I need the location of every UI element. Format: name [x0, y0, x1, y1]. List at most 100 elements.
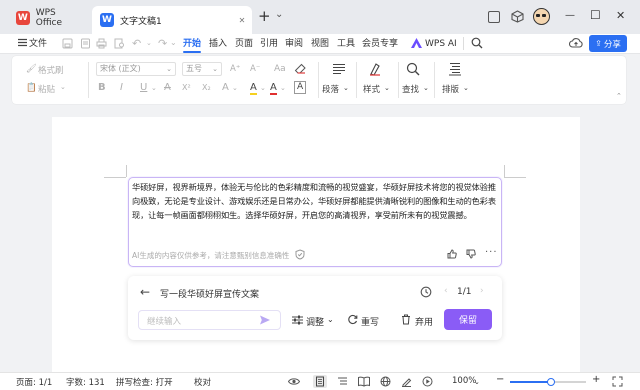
menu-insert[interactable]: 插入	[209, 37, 227, 51]
highlight-button[interactable]: A	[250, 82, 257, 95]
zoom-slider[interactable]	[510, 378, 586, 386]
underline-dropdown-icon[interactable]: ⌄	[151, 84, 157, 92]
print-preview-icon[interactable]	[114, 38, 125, 49]
text-effect-dropdown-icon[interactable]: ⌄	[232, 84, 238, 92]
thumbs-up-icon[interactable]	[447, 249, 457, 259]
keep-button[interactable]: 保留	[444, 309, 492, 330]
spellcheck-dropdown-icon[interactable]: ⌄	[166, 378, 172, 386]
paragraph-button[interactable]: 段落	[322, 83, 339, 95]
font-shrink-button[interactable]: A⁻	[250, 64, 260, 74]
font-name-select[interactable]: 宋体 (正文) ⌄	[96, 62, 176, 76]
back-arrow-icon[interactable]: ←	[140, 285, 150, 299]
export-pdf-icon[interactable]	[80, 38, 91, 49]
adjust-dropdown-icon[interactable]: ⌄	[327, 315, 334, 324]
undo-dropdown-icon[interactable]: ⌄	[146, 39, 152, 47]
menu-view[interactable]: 视图	[311, 37, 329, 51]
superscript-button[interactable]: X²	[182, 83, 191, 92]
menu-wps-ai[interactable]: WPS AI	[425, 37, 457, 51]
continue-input[interactable]: 继续输入	[138, 310, 281, 330]
read-mode-icon[interactable]	[358, 376, 370, 387]
ribbon-collapse-icon[interactable]: ⌃	[616, 92, 622, 100]
search-icon[interactable]	[471, 37, 483, 49]
bold-button[interactable]: B	[98, 82, 106, 93]
fullscreen-icon[interactable]	[612, 376, 623, 387]
minimize-button[interactable]: —	[565, 10, 575, 21]
menu-home[interactable]: 开始	[183, 37, 201, 51]
styles-button[interactable]: 样式	[363, 83, 380, 95]
char-border-button[interactable]: A	[294, 81, 307, 94]
rewrite-button[interactable]: 重写	[361, 315, 379, 328]
find-button[interactable]: 查找	[402, 83, 419, 95]
find-dropdown-icon[interactable]: ⌄	[423, 84, 429, 92]
page-view-button[interactable]	[313, 375, 327, 388]
play-icon[interactable]	[422, 376, 433, 387]
clear-format-icon[interactable]	[294, 62, 307, 75]
quick-access-more-icon[interactable]: ⌄	[170, 38, 177, 47]
strikethrough-button[interactable]: A	[164, 82, 171, 93]
font-color-dropdown-icon[interactable]: ⌄	[280, 84, 286, 92]
next-result-icon[interactable]: ›	[480, 286, 484, 296]
undo-icon[interactable]: ↶	[132, 37, 141, 50]
paste-button[interactable]: 粘贴	[38, 83, 55, 95]
menu-page[interactable]: 页面	[235, 37, 253, 51]
highlight-dropdown-icon[interactable]: ⌄	[260, 84, 266, 92]
italic-button[interactable]: I	[120, 82, 123, 93]
font-grow-button[interactable]: A⁺	[230, 64, 240, 74]
print-icon[interactable]	[96, 38, 107, 49]
cube-icon[interactable]	[511, 10, 524, 23]
menu-membership[interactable]: 会员专享	[362, 37, 398, 51]
paste-dropdown-icon[interactable]: ⌄	[60, 83, 66, 91]
eye-protection-icon[interactable]	[288, 377, 300, 386]
save-icon[interactable]	[62, 38, 73, 49]
close-tab-icon[interactable]: ✕	[236, 14, 248, 26]
history-clock-icon[interactable]	[420, 286, 432, 298]
font-color-button[interactable]: A	[270, 82, 277, 95]
layout-button[interactable]: 排版	[442, 83, 459, 95]
adjust-button[interactable]: 调整	[306, 315, 324, 328]
menu-file[interactable]: 文件	[29, 37, 47, 51]
window-layout-icon[interactable]	[488, 11, 500, 23]
cloud-upload-icon[interactable]	[569, 37, 583, 49]
change-case-button[interactable]: Aa	[274, 64, 286, 74]
discard-button[interactable]: 弃用	[415, 315, 433, 328]
thumbs-down-icon[interactable]	[466, 249, 476, 259]
tab-wps-office[interactable]: W WPS Office	[8, 5, 92, 31]
send-icon[interactable]	[259, 314, 271, 326]
menu-review[interactable]: 审阅	[285, 37, 303, 51]
avatar[interactable]	[533, 8, 550, 25]
spellcheck-toggle[interactable]: 拼写检查: 打开	[116, 376, 173, 388]
outline-view-icon[interactable]	[337, 376, 348, 387]
close-window-button[interactable]: ✕	[616, 9, 625, 22]
verified-shield-icon[interactable]	[295, 249, 305, 260]
paragraph-dropdown-icon[interactable]: ⌄	[343, 84, 349, 92]
subscript-button[interactable]: X₂	[202, 83, 211, 92]
menu-references[interactable]: 引用	[260, 37, 278, 51]
word-count[interactable]: 字数: 131	[66, 376, 105, 388]
zoom-dropdown-icon[interactable]: ⌄	[474, 378, 480, 386]
zoom-in-button[interactable]: +	[592, 374, 600, 385]
hamburger-menu-icon[interactable]	[18, 38, 27, 47]
text-effect-button[interactable]: A	[222, 82, 229, 93]
redo-icon[interactable]: ↷	[158, 37, 167, 50]
share-button[interactable]: ⇪ 分享	[589, 35, 627, 52]
page-indicator[interactable]: 页面: 1/1	[16, 376, 52, 388]
proofread-button[interactable]: 校对	[194, 376, 211, 388]
underline-button[interactable]: U	[140, 82, 147, 93]
writing-mode-icon[interactable]	[401, 376, 412, 387]
tab-list-dropdown-icon[interactable]: ⌄	[275, 9, 283, 20]
new-tab-button[interactable]: +	[258, 9, 271, 24]
layout-dropdown-icon[interactable]: ⌄	[463, 84, 469, 92]
tab-document[interactable]: W 文字文稿1 ✕	[92, 6, 252, 34]
font-size-select[interactable]: 五号 ⌄	[182, 62, 222, 76]
zoom-slider-handle[interactable]	[547, 378, 555, 386]
zoom-out-button[interactable]: −	[496, 374, 504, 385]
previous-result-icon[interactable]: ‹	[444, 286, 448, 296]
maximize-button[interactable]: ☐	[590, 8, 601, 22]
zoom-level[interactable]: 100%	[452, 376, 476, 386]
ai-generated-text[interactable]: 华硕好屏，视界新境界，体验无与伦比的色彩精度和流畅的视觉盛宴，华硕好屏技术将您的…	[132, 180, 500, 222]
format-painter-button[interactable]: 格式刷	[38, 64, 64, 76]
menu-tools[interactable]: 工具	[337, 37, 355, 51]
more-options-icon[interactable]: ···	[485, 247, 498, 258]
web-view-icon[interactable]	[380, 376, 391, 387]
styles-dropdown-icon[interactable]: ⌄	[384, 84, 390, 92]
